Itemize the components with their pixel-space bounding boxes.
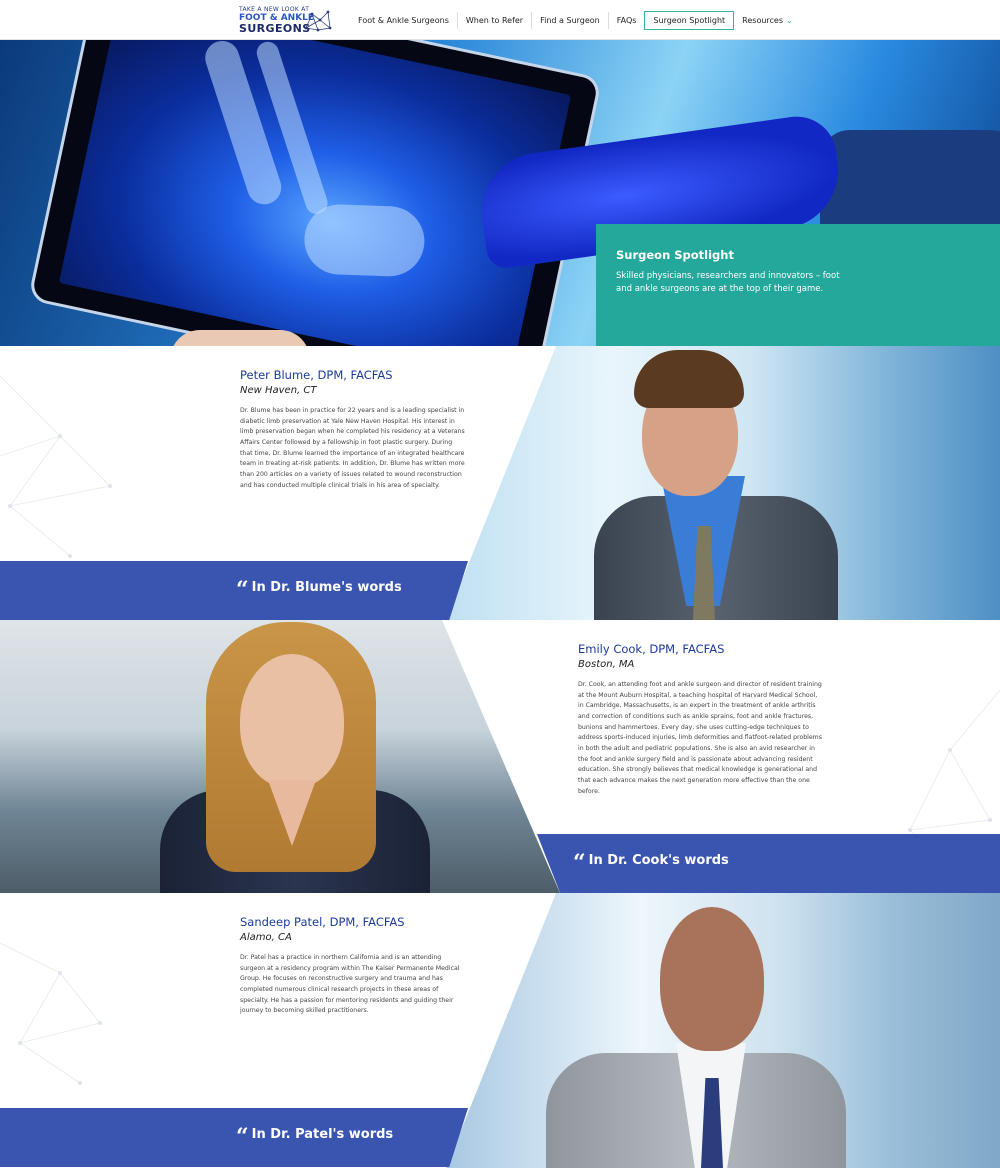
surgeon-name: Peter Blume, DPM, FACFAS	[240, 368, 393, 382]
nav-resources-label: Resources	[742, 16, 784, 25]
logo-line-3: SURGEONS	[239, 22, 311, 35]
nav-resources[interactable]: Resources ⌄	[734, 12, 801, 29]
surgeon-bio-patel: Sandeep Patel, DPM, FACFAS Alamo, CA Dr.…	[240, 915, 468, 1017]
face-graphic	[240, 654, 344, 788]
quote-link-blume[interactable]: “In Dr. Blume's words	[236, 577, 402, 603]
page-title: Surgeon Spotlight	[616, 248, 734, 262]
site-header: TAKE A NEW LOOK AT FOOT & ANKLE SURGEONS…	[0, 0, 1000, 40]
quote-icon: “	[573, 850, 586, 876]
nav-when-to-refer[interactable]: When to Refer	[458, 12, 533, 29]
quote-link-patel[interactable]: “In Dr. Patel's words	[236, 1124, 393, 1150]
quote-link-cook[interactable]: “In Dr. Cook's words	[573, 850, 729, 876]
hero-hand-graphic	[170, 330, 310, 346]
network-decoration	[0, 375, 112, 558]
quote-link-label: In Dr. Patel's words	[251, 1127, 394, 1142]
main-nav: Foot & Ankle Surgeons When to Refer Find…	[350, 11, 801, 30]
logo-tagline: TAKE A NEW LOOK AT	[239, 6, 310, 13]
surgeon-bio-text: Dr. Cook, an attending foot and ankle su…	[578, 681, 822, 795]
surgeon-bio-text: Dr. Patel has a practice in northern Cal…	[240, 954, 460, 1015]
surgeon-location: Boston, MA	[578, 659, 635, 670]
quote-icon: “	[236, 577, 249, 603]
surgeon-location: New Haven, CT	[240, 385, 317, 396]
surgeon-section-cook: Emily Cook, DPM, FACFAS Boston, MA Dr. C…	[0, 620, 1000, 893]
surgeon-bio-cook: Emily Cook, DPM, FACFAS Boston, MA Dr. C…	[578, 642, 822, 797]
nav-faqs[interactable]: FAQs	[609, 12, 646, 29]
surgeon-bio-blume: Peter Blume, DPM, FACFAS New Haven, CT D…	[240, 368, 466, 491]
network-decoration	[0, 942, 102, 1085]
quote-link-label: In Dr. Blume's words	[251, 580, 402, 595]
quote-icon: “	[236, 1124, 249, 1150]
surgeon-photo-blume	[446, 346, 1000, 620]
chevron-down-icon: ⌄	[786, 16, 793, 25]
hair-graphic	[634, 350, 744, 408]
surgeon-name: Sandeep Patel, DPM, FACFAS	[240, 915, 405, 929]
surgeon-photo-cook	[0, 620, 560, 893]
hero-subtitle: Skilled physicians, researchers and inno…	[616, 271, 840, 295]
surgeon-section-blume: Peter Blume, DPM, FACFAS New Haven, CT D…	[0, 346, 1000, 620]
site-logo[interactable]: TAKE A NEW LOOK AT FOOT & ANKLE SURGEONS	[238, 6, 334, 35]
surgeon-location: Alamo, CA	[240, 932, 292, 943]
quote-band-patel: “In Dr. Patel's words	[0, 1108, 468, 1167]
logo-network-icon	[304, 10, 332, 32]
surgeon-section-patel: Sandeep Patel, DPM, FACFAS Alamo, CA Dr.…	[0, 893, 1000, 1168]
nav-find-a-surgeon[interactable]: Find a Surgeon	[532, 12, 609, 29]
xray-bone-graphic	[303, 203, 426, 278]
surgeon-name: Emily Cook, DPM, FACFAS	[578, 642, 725, 656]
face-graphic	[660, 907, 764, 1051]
surgeon-bio-text: Dr. Blume has been in practice for 22 ye…	[240, 407, 465, 489]
quote-link-label: In Dr. Cook's words	[588, 853, 729, 868]
quote-band-cook: “In Dr. Cook's words	[537, 834, 1000, 893]
surgeon-photo-patel	[446, 893, 1000, 1168]
quote-band-blume: “In Dr. Blume's words	[0, 561, 468, 620]
hero-caption: Surgeon Spotlight Skilled physicians, re…	[596, 224, 1000, 347]
nav-surgeon-spotlight[interactable]: Surgeon Spotlight	[644, 11, 735, 30]
nav-foot-ankle-surgeons[interactable]: Foot & Ankle Surgeons	[350, 12, 458, 29]
